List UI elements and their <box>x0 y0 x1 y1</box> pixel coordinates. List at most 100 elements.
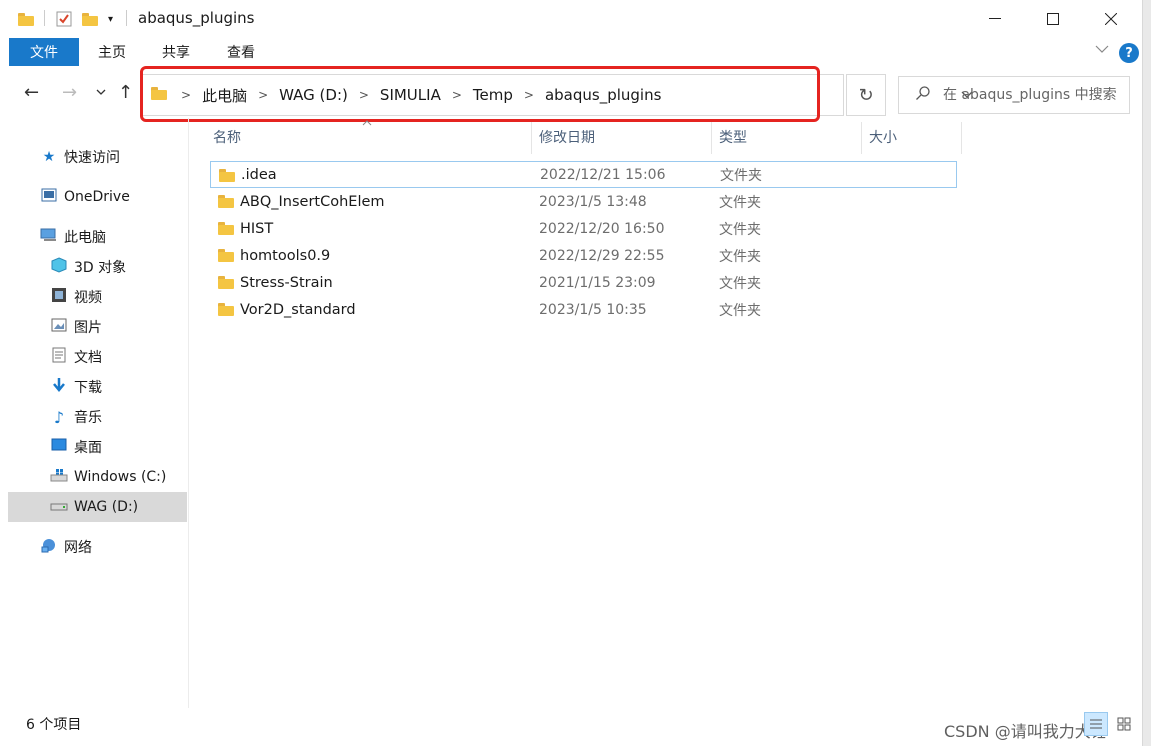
refresh-button[interactable]: ↻ <box>846 74 886 116</box>
sidebar-item-onedrive[interactable]: OneDrive <box>8 182 187 212</box>
column-divider[interactable] <box>531 122 532 154</box>
properties-icon[interactable] <box>56 10 72 28</box>
file-date: 2022/12/29 22:55 <box>539 247 665 264</box>
up-button[interactable]: ↑ <box>118 82 133 103</box>
maximize-button[interactable] <box>1024 0 1082 38</box>
column-header-type[interactable]: 类型 <box>719 122 747 152</box>
file-explorer-window: ▾ abaqus_plugins 文件 主页 共享 查看 ? ← → ↑ > 此… <box>0 0 1143 746</box>
table-row[interactable]: HIST 2022/12/20 16:50 文件夹 <box>210 215 957 242</box>
file-type: 文件夹 <box>719 302 761 319</box>
toolbar-divider <box>126 10 127 26</box>
file-name: .idea <box>241 166 277 183</box>
file-date: 2021/1/15 23:09 <box>539 274 656 291</box>
column-divider[interactable] <box>961 122 962 154</box>
sidebar-item-label: 快速访问 <box>64 150 120 166</box>
file-type: 文件夹 <box>719 275 761 292</box>
column-header-name[interactable]: 名称 <box>213 122 241 152</box>
column-header-date[interactable]: 修改日期 <box>539 122 595 152</box>
sidebar-item-label: 视频 <box>74 290 102 306</box>
watermark-text: CSDN @请叫我力大锤 <box>944 722 1107 741</box>
table-row[interactable]: ABQ_InsertCohElem 2023/1/5 13:48 文件夹 <box>210 188 957 215</box>
file-name: homtools0.9 <box>240 247 331 264</box>
sidebar-item-drive-d[interactable]: WAG (D:) <box>8 492 187 522</box>
desktop-icon <box>50 438 68 456</box>
search-input[interactable] <box>943 87 1123 103</box>
folder-icon <box>218 222 234 239</box>
item-count: 6 个项目 <box>26 717 82 733</box>
table-row[interactable]: .idea 2022/12/21 15:06 文件夹 <box>210 161 957 188</box>
folder-icon <box>219 169 235 186</box>
document-icon <box>50 347 68 367</box>
sidebar-item-desktop[interactable]: 桌面 <box>8 432 187 462</box>
column-header-size[interactable]: 大小 <box>869 122 897 152</box>
window-folder-icon <box>18 10 34 28</box>
sidebar-item-label: 文档 <box>74 350 102 366</box>
column-divider[interactable] <box>711 122 712 154</box>
sidebar-item-label: Windows (C:) <box>74 469 167 485</box>
sidebar-item-label: WAG (D:) <box>74 499 139 515</box>
sidebar-item-label: 图片 <box>74 320 102 336</box>
folder-icon <box>218 276 234 293</box>
file-name: Stress-Strain <box>240 274 333 291</box>
windows-drive-icon <box>50 468 68 486</box>
table-row[interactable]: homtools0.9 2022/12/29 22:55 文件夹 <box>210 242 957 269</box>
download-icon <box>50 377 68 397</box>
sidebar-item-label: 3D 对象 <box>74 260 127 276</box>
back-button[interactable]: ← <box>24 82 39 103</box>
sidebar-item-music[interactable]: ♪ 音乐 <box>8 402 187 432</box>
ribbon-tabs: 文件 主页 共享 查看 ? <box>0 38 1143 66</box>
table-row[interactable]: Stress-Strain 2021/1/15 23:09 文件夹 <box>210 269 957 296</box>
sidebar-item-network[interactable]: 网络 <box>8 532 187 562</box>
pane-divider <box>188 118 189 708</box>
window-title: abaqus_plugins <box>138 9 255 27</box>
sidebar-item-label: 音乐 <box>74 410 102 426</box>
expand-ribbon-icon[interactable] <box>1095 42 1109 58</box>
sidebar-item-drive-c[interactable]: Windows (C:) <box>8 462 187 492</box>
status-bar: 6 个项目 CSDN @请叫我力大锤 <box>0 708 1143 746</box>
music-icon: ♪ <box>53 407 65 427</box>
annotation-highlight-box <box>140 66 820 122</box>
file-date: 2022/12/21 15:06 <box>540 166 666 183</box>
image-icon <box>50 318 68 336</box>
column-divider[interactable] <box>861 122 862 154</box>
sidebar-item-label: 网络 <box>64 540 92 556</box>
sidebar-item-pictures[interactable]: 图片 <box>8 312 187 342</box>
tab-home[interactable]: 主页 <box>84 38 140 66</box>
recent-locations-button[interactable] <box>96 84 106 100</box>
search-icon <box>915 85 931 105</box>
customize-toolbar-icon[interactable]: ▾ <box>108 10 113 28</box>
file-date: 2023/1/5 13:48 <box>539 193 647 210</box>
sidebar-item-documents[interactable]: 文档 <box>8 342 187 372</box>
file-name: HIST <box>240 220 274 237</box>
sidebar-item-videos[interactable]: 视频 <box>8 282 187 312</box>
background-window-edge <box>1143 0 1151 746</box>
help-icon[interactable]: ? <box>1119 43 1139 63</box>
sidebar-item-quick-access[interactable]: ★ 快速访问 <box>8 142 187 172</box>
sidebar-item-3d-objects[interactable]: 3D 对象 <box>8 252 187 282</box>
tab-share[interactable]: 共享 <box>148 38 204 66</box>
details-view-button[interactable] <box>1084 712 1108 736</box>
sidebar-item-label: 此电脑 <box>64 230 106 246</box>
tab-view[interactable]: 查看 <box>213 38 269 66</box>
sidebar-item-downloads[interactable]: 下载 <box>8 372 187 402</box>
file-type: 文件夹 <box>719 221 761 238</box>
minimize-button[interactable] <box>966 0 1024 38</box>
search-box[interactable] <box>898 76 1130 114</box>
file-date: 2022/12/20 16:50 <box>539 220 665 237</box>
sidebar-item-label: OneDrive <box>64 189 130 205</box>
file-type: 文件夹 <box>719 194 761 211</box>
folder-icon <box>218 249 234 266</box>
cube-icon <box>50 257 68 277</box>
forward-button[interactable]: → <box>62 82 77 103</box>
close-button[interactable] <box>1082 0 1140 38</box>
star-icon: ★ <box>42 149 56 165</box>
tab-file[interactable]: 文件 <box>9 38 79 66</box>
sidebar-item-this-pc[interactable]: 此电脑 <box>8 222 187 252</box>
file-type: 文件夹 <box>719 248 761 265</box>
network-icon <box>40 537 58 557</box>
file-name: Vor2D_standard <box>240 301 356 318</box>
toolbar-divider <box>44 10 45 26</box>
large-icons-view-button[interactable] <box>1112 712 1136 736</box>
new-folder-icon[interactable] <box>82 10 98 28</box>
table-row[interactable]: Vor2D_standard 2023/1/5 10:35 文件夹 <box>210 296 957 323</box>
